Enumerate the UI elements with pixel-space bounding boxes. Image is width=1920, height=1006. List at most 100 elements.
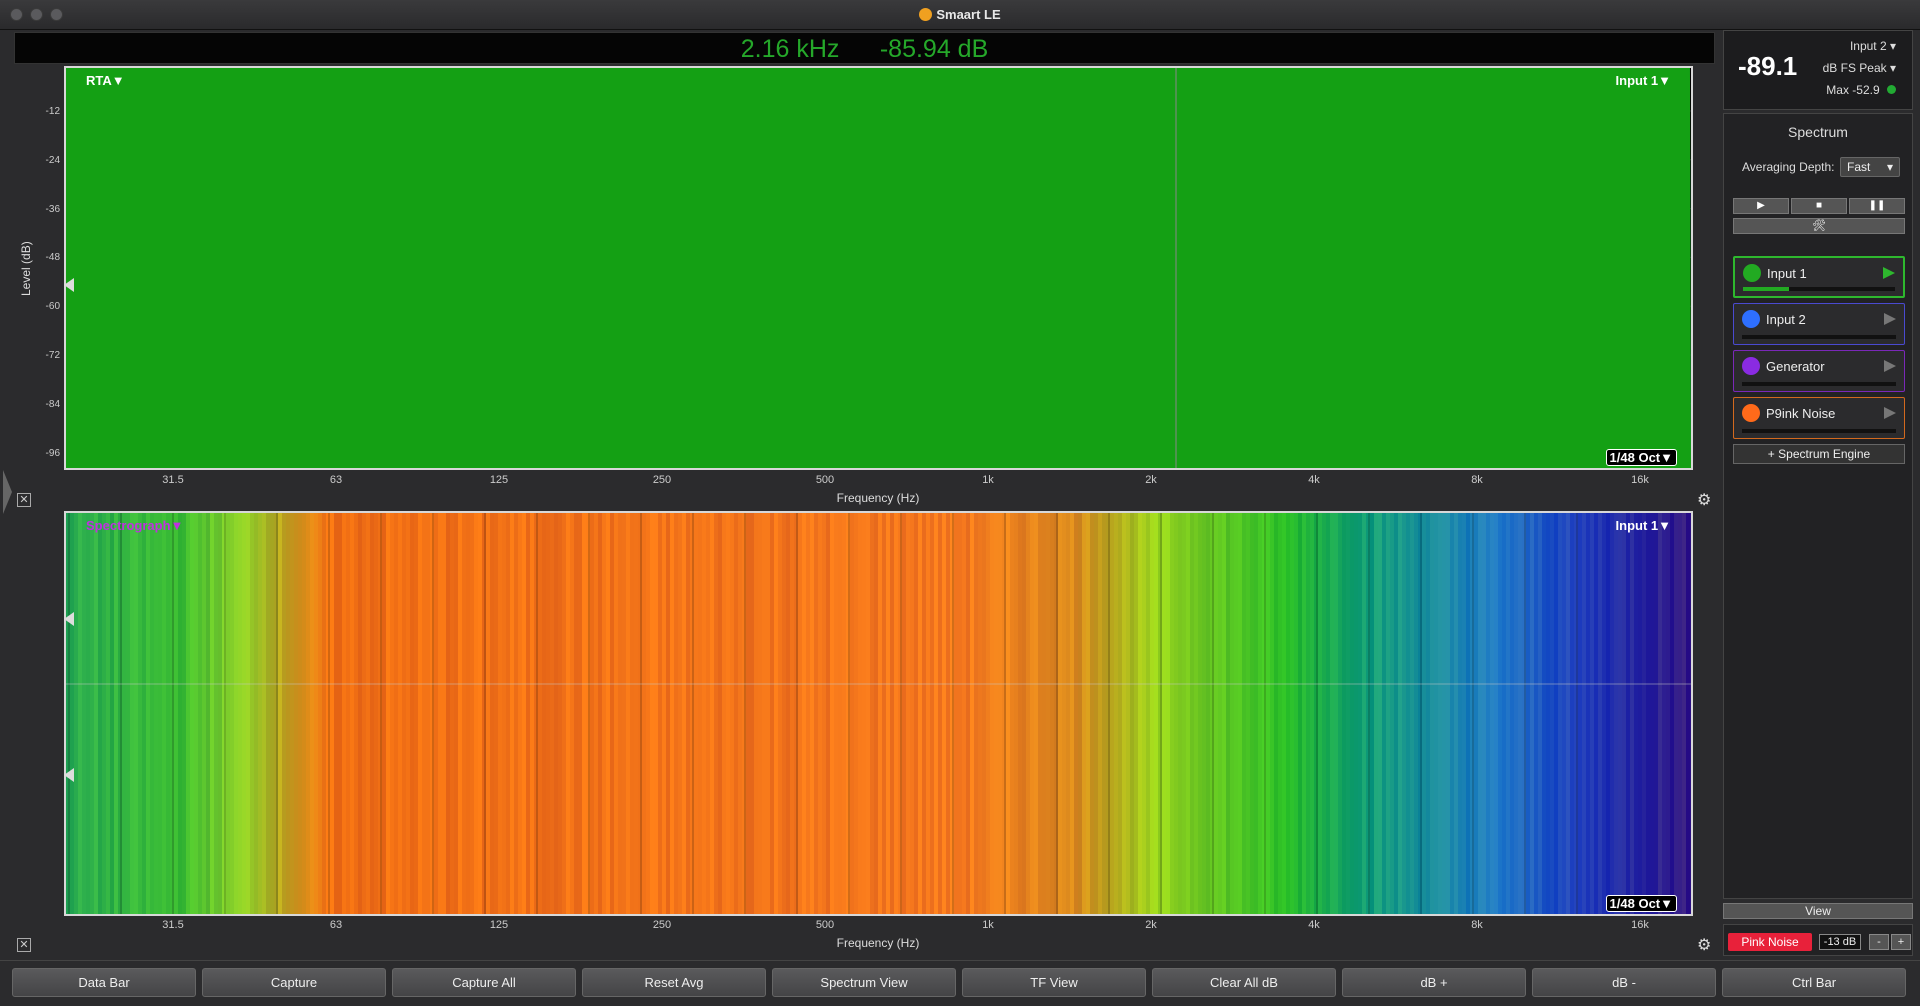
capture-all-button[interactable]: Capture All xyxy=(392,968,576,997)
add-spectrum-engine-button[interactable]: + Spectrum Engine xyxy=(1733,444,1905,464)
meter-value: -89.1 xyxy=(1738,51,1798,81)
meter-mode-select[interactable]: dB FS Peak ▾ xyxy=(1823,61,1896,75)
tools-button[interactable]: 🛠 xyxy=(1733,218,1905,234)
engine-color-icon xyxy=(1742,357,1760,375)
reset-avg-button[interactable]: Reset Avg xyxy=(582,968,766,997)
averaging-depth-label: Averaging Depth: xyxy=(1742,160,1835,174)
ctrl-bar-button[interactable]: Ctrl Bar xyxy=(1722,968,1906,997)
x-tick: 1k xyxy=(982,919,994,931)
db-minus-button[interactable]: dB - xyxy=(1532,968,1716,997)
sidebar-handle[interactable] xyxy=(3,470,12,514)
x-tick: 31.5 xyxy=(162,919,184,931)
engine-name: Input 1 xyxy=(1767,266,1807,281)
x-tick: 8k xyxy=(1471,919,1483,931)
pause-button[interactable]: ❚❚ xyxy=(1849,198,1905,214)
x-tick: 125 xyxy=(489,474,509,486)
spectrograph-input-dropdown[interactable]: Input 1▼ xyxy=(1616,518,1671,533)
engine-play-icon[interactable] xyxy=(1884,407,1896,419)
x-tick: 500 xyxy=(815,474,835,486)
spectrograph-octave-dropdown[interactable]: 1/48 Oct▼ xyxy=(1605,895,1677,912)
x-tick: 1k xyxy=(982,474,994,486)
capture-button[interactable]: Capture xyxy=(202,968,386,997)
engine-color-icon xyxy=(1743,264,1761,282)
averaging-depth-value: Fast xyxy=(1847,160,1871,174)
x-tick: 63 xyxy=(329,919,343,931)
x-tick: 8k xyxy=(1471,474,1483,486)
spectrum-view-button[interactable]: Spectrum View xyxy=(772,968,956,997)
max-indicator-icon xyxy=(1887,85,1896,94)
tf-view-button[interactable]: TF View xyxy=(962,968,1146,997)
engine-level-bar xyxy=(1743,287,1895,291)
readout-level: -85.94 dB xyxy=(879,35,989,63)
readout-frequency: 2.16 kHz xyxy=(740,35,840,63)
spectrograph-mode-dropdown[interactable]: Spectrograph▼ xyxy=(86,518,183,533)
x-tick: 4k xyxy=(1308,474,1320,486)
x-tick: 250 xyxy=(652,474,672,486)
meter-input-select[interactable]: Input 2 ▾ xyxy=(1850,39,1896,53)
db-plus-button[interactable]: dB + xyxy=(1342,968,1526,997)
engine-level-bar xyxy=(1742,429,1896,433)
engine-input-2[interactable]: Input 2 xyxy=(1733,303,1905,345)
close-icon[interactable]: ✕ xyxy=(17,493,31,507)
rta-y-tick: -36 xyxy=(45,203,60,215)
rta-octave-dropdown[interactable]: 1/48 Oct▼ xyxy=(1605,449,1677,466)
transport-controls: ▶ ■ ❚❚ xyxy=(1733,198,1905,214)
view-button[interactable]: View xyxy=(1723,903,1913,919)
app-logo-icon xyxy=(919,8,933,21)
rta-plot[interactable]: RTA▼ Input 1▼ 1/48 Oct▼ xyxy=(64,66,1693,470)
play-button[interactable]: ▶ xyxy=(1733,198,1789,214)
panel-title: Spectrum xyxy=(1788,124,1848,140)
title-bar: Smaart LE xyxy=(0,0,1920,30)
engine-pink-noise[interactable]: P9ink Noise xyxy=(1733,397,1905,439)
rta-y-tick: -12 xyxy=(45,106,60,117)
clear-all-db-button[interactable]: Clear All dB xyxy=(1152,968,1336,997)
window-title-text: Smaart LE xyxy=(936,7,1001,22)
x-tick: 16k xyxy=(1631,919,1649,931)
spectrograph-top-marker[interactable] xyxy=(64,612,74,626)
close-icon[interactable]: ✕ xyxy=(17,938,31,952)
engine-play-icon[interactable] xyxy=(1884,313,1896,325)
engine-play-icon[interactable] xyxy=(1883,267,1895,279)
engine-level-bar xyxy=(1742,335,1896,339)
engine-input-1[interactable]: Input 1 xyxy=(1733,256,1905,298)
spectrograph-plot[interactable]: Spectrograph▼ Input 1▼ 1/48 Oct▼ xyxy=(64,511,1693,916)
spectrograph-x-axis-title: Frequency (Hz) xyxy=(836,936,920,950)
x-tick: 2k xyxy=(1145,474,1157,486)
pink-noise-decrease-button[interactable]: - xyxy=(1869,934,1889,950)
rta-x-axis-title: Frequency (Hz) xyxy=(836,491,920,505)
rta-graph xyxy=(66,68,1691,468)
pink-noise-level[interactable]: -13 dB xyxy=(1819,934,1861,950)
engine-name: Input 2 xyxy=(1766,312,1806,327)
x-tick: 500 xyxy=(815,919,835,931)
engine-generator[interactable]: Generator xyxy=(1733,350,1905,392)
rta-y-tick: -60 xyxy=(45,301,60,313)
pink-noise-button[interactable]: Pink Noise xyxy=(1728,933,1812,951)
rta-y-tick: -96 xyxy=(45,447,60,459)
stop-button[interactable]: ■ xyxy=(1791,198,1847,214)
x-tick: 31.5 xyxy=(162,474,184,486)
meter-max-label: Max -52.9 xyxy=(1826,83,1880,97)
engine-play-icon[interactable] xyxy=(1884,360,1896,372)
rta-y-tick: -72 xyxy=(45,350,60,361)
rta-mode-dropdown[interactable]: RTA▼ xyxy=(86,73,125,88)
x-tick: 4k xyxy=(1308,919,1320,931)
pink-noise-controls: Pink Noise -13 dB - + xyxy=(1723,924,1913,956)
averaging-depth-select[interactable]: Fast ▾ xyxy=(1840,157,1900,177)
bottom-button-bar: Data Bar Capture Capture All Reset Avg S… xyxy=(0,960,1920,1006)
spectrograph-bottom-marker[interactable] xyxy=(64,768,74,782)
window-title: Smaart LE xyxy=(0,7,1920,22)
level-meter: -89.1 Input 2 ▾ dB FS Peak ▾ Max -52.9 xyxy=(1723,30,1913,110)
spectrograph-graph xyxy=(66,513,1691,914)
rta-input-dropdown[interactable]: Input 1▼ xyxy=(1616,73,1671,88)
gear-icon[interactable]: ⚙ xyxy=(1697,490,1711,510)
cursor-readout: 2.16 kHz -85.94 dB xyxy=(14,32,1715,64)
engine-level-bar xyxy=(1742,382,1896,386)
pink-noise-increase-button[interactable]: + xyxy=(1891,934,1911,950)
rta-level-marker[interactable] xyxy=(64,278,74,292)
rta-y-tick: -24 xyxy=(45,154,60,166)
engine-name: Generator xyxy=(1766,359,1825,374)
x-tick: 16k xyxy=(1631,474,1649,486)
data-bar-button[interactable]: Data Bar xyxy=(12,968,196,997)
engine-color-icon xyxy=(1742,404,1760,422)
gear-icon[interactable]: ⚙ xyxy=(1697,935,1711,955)
